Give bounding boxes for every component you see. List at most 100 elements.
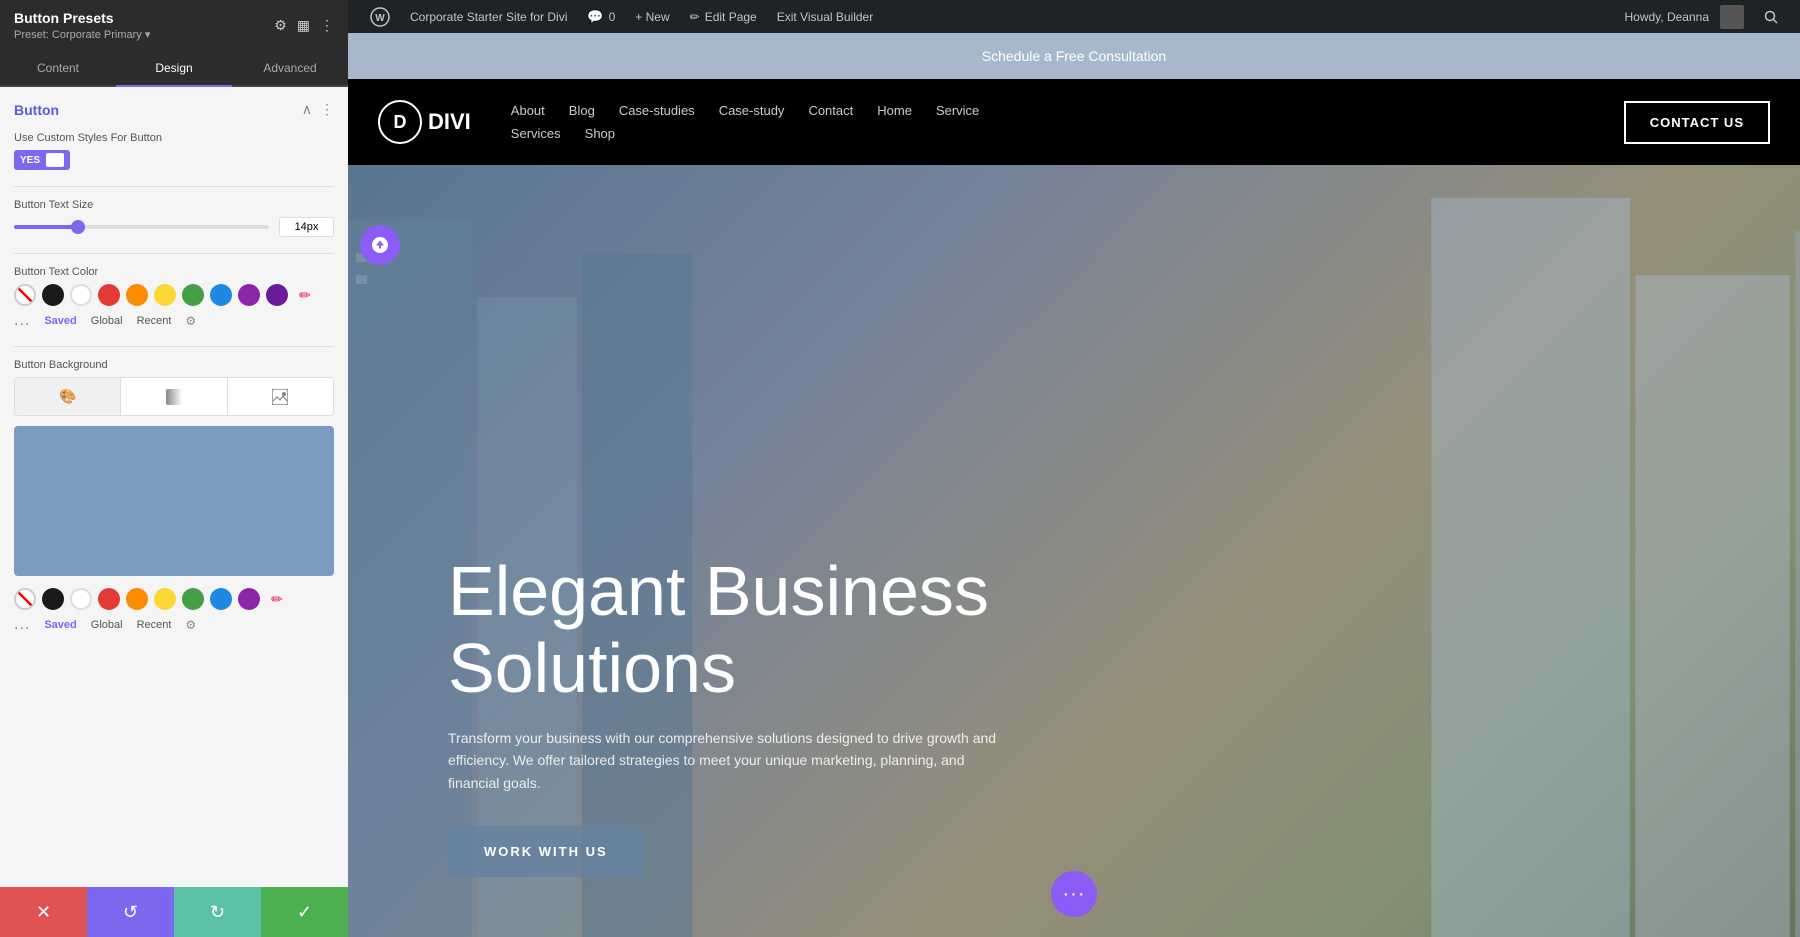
nav-primary: About Blog Case-studies Case-study Conta… <box>511 103 1624 118</box>
nav-services[interactable]: Services <box>511 126 561 141</box>
settings-icon[interactable]: ⚙ <box>274 17 287 34</box>
collapse-icon[interactable]: ∧ <box>302 101 312 118</box>
swatch-yellow[interactable] <box>154 284 176 306</box>
divi-float-icon <box>370 235 390 255</box>
bg-gradient-option[interactable] <box>121 378 227 415</box>
bg-swatch-purple[interactable] <box>238 588 260 610</box>
undo-button[interactable]: ↺ <box>87 887 174 937</box>
bg-swatch-blue[interactable] <box>210 588 232 610</box>
more-icon[interactable]: ⋮ <box>320 17 334 34</box>
color-settings-icon[interactable]: ⚙ <box>185 314 196 328</box>
panel-tabs: Content Design Advanced <box>0 51 348 87</box>
hero-cta-button[interactable]: WORK WITH US <box>448 826 644 877</box>
save-button[interactable]: ✓ <box>261 887 348 937</box>
swatch-blue[interactable] <box>210 284 232 306</box>
hero-title-line1: Elegant Business <box>448 552 989 630</box>
custom-styles-toggle[interactable]: YES <box>14 150 70 170</box>
swatch-red[interactable] <box>98 284 120 306</box>
contact-button[interactable]: CONTACT US <box>1624 101 1770 144</box>
howdy-item[interactable]: Howdy, Deanna <box>1615 0 1755 33</box>
redo-button[interactable]: ↻ <box>174 887 261 937</box>
bg-swatch-yellow[interactable] <box>154 588 176 610</box>
section-more-icon[interactable]: ⋮ <box>320 101 334 118</box>
bg-swatch-green[interactable] <box>182 588 204 610</box>
bg-swatch-edit[interactable]: ✏ <box>266 588 288 610</box>
swatch-edit[interactable]: ✏ <box>294 284 316 306</box>
consultation-banner: Schedule a Free Consultation <box>348 33 1800 79</box>
slider-thumb[interactable] <box>71 220 85 234</box>
new-item[interactable]: + New <box>625 0 679 33</box>
bg-solid-option[interactable]: 🎨 <box>15 378 121 415</box>
site-logo[interactable]: D DIVI <box>378 100 471 144</box>
swatch-purple[interactable] <box>238 284 260 306</box>
columns-icon[interactable]: ▦ <box>297 17 310 34</box>
text-size-row: Button Text Size 14px <box>14 199 334 237</box>
bg-swatch-black[interactable] <box>42 588 64 610</box>
panel-preset[interactable]: Preset: Corporate Primary ▾ <box>14 28 150 41</box>
tab-content[interactable]: Content <box>0 51 116 87</box>
logo-letter: D <box>394 112 407 133</box>
nav-home[interactable]: Home <box>877 103 912 118</box>
nav-about[interactable]: About <box>511 103 545 118</box>
comments-count: 0 <box>609 10 616 24</box>
nav-contact[interactable]: Contact <box>808 103 853 118</box>
swatch-white[interactable] <box>70 284 92 306</box>
exit-label: Exit Visual Builder <box>777 10 874 24</box>
right-panel: W Corporate Starter Site for Divi 💬 0 + … <box>348 0 1800 937</box>
bg-type-selector: 🎨 <box>14 377 334 416</box>
gradient-icon <box>166 389 182 405</box>
swatch-green[interactable] <box>182 284 204 306</box>
bg-color-tab-dots[interactable]: ... <box>14 616 30 634</box>
site-name-text: Corporate Starter Site for Divi <box>410 10 567 24</box>
nav-service[interactable]: Service <box>936 103 979 118</box>
slider-fill <box>14 225 78 229</box>
bg-image-option[interactable] <box>228 378 333 415</box>
search-item[interactable] <box>1754 0 1788 33</box>
section-actions: ∧ ⋮ <box>302 101 334 118</box>
tab-advanced[interactable]: Advanced <box>232 51 348 87</box>
color-tab-recent[interactable]: Recent <box>137 315 172 327</box>
exit-builder-item[interactable]: Exit Visual Builder <box>767 0 884 33</box>
bg-swatch-white[interactable] <box>70 588 92 610</box>
bg-swatch-orange[interactable] <box>126 588 148 610</box>
swatch-black[interactable] <box>42 284 64 306</box>
wp-logo-item[interactable]: W <box>360 0 400 33</box>
image-icon <box>272 389 288 405</box>
slider-track[interactable] <box>14 225 269 229</box>
edit-page-item[interactable]: ✏ Edit Page <box>680 0 767 33</box>
panel-content: Button ∧ ⋮ Use Custom Styles For Button … <box>0 87 348 887</box>
color-tab-dots[interactable]: ... <box>14 312 30 330</box>
site-header: D DIVI About Blog Case-studies Case-stud… <box>348 79 1800 165</box>
divi-edit-float[interactable] <box>360 225 400 265</box>
divider-3 <box>14 346 334 347</box>
comments-item[interactable]: 💬 0 <box>577 0 625 33</box>
color-tab-global[interactable]: Global <box>91 315 123 327</box>
slider-value[interactable]: 14px <box>279 217 334 237</box>
bg-color-tab-global[interactable]: Global <box>91 619 123 631</box>
swatch-dark-purple[interactable] <box>266 284 288 306</box>
float-dots-button[interactable]: ··· <box>1051 871 1097 917</box>
text-color-row: Button Text Color ✏ ... Saved Global Rec… <box>14 266 334 330</box>
custom-styles-label: Use Custom Styles For Button <box>14 132 334 144</box>
wp-admin-bar: W Corporate Starter Site for Divi 💬 0 + … <box>348 0 1800 33</box>
cancel-button[interactable]: ✕ <box>0 887 87 937</box>
toggle-knob <box>46 153 64 167</box>
bg-color-tab-recent[interactable]: Recent <box>137 619 172 631</box>
section-header: Button ∧ ⋮ <box>14 101 334 118</box>
bg-color-preview[interactable] <box>14 426 334 576</box>
nav-shop[interactable]: Shop <box>585 126 615 141</box>
site-name-item[interactable]: Corporate Starter Site for Divi <box>400 0 577 33</box>
color-tab-saved[interactable]: Saved <box>44 315 76 327</box>
tab-design[interactable]: Design <box>116 51 232 87</box>
bg-color-settings-icon[interactable]: ⚙ <box>185 618 196 632</box>
nav-case-studies[interactable]: Case-studies <box>619 103 695 118</box>
bottom-action-bar: ✕ ↺ ↻ ✓ <box>0 887 348 937</box>
bg-color-tab-saved[interactable]: Saved <box>44 619 76 631</box>
swatch-transparent[interactable] <box>14 284 36 306</box>
logo-text: DIVI <box>428 109 471 135</box>
nav-case-study[interactable]: Case-study <box>719 103 785 118</box>
nav-blog[interactable]: Blog <box>569 103 595 118</box>
bg-swatch-red[interactable] <box>98 588 120 610</box>
swatch-orange[interactable] <box>126 284 148 306</box>
bg-swatch-transparent[interactable] <box>14 588 36 610</box>
